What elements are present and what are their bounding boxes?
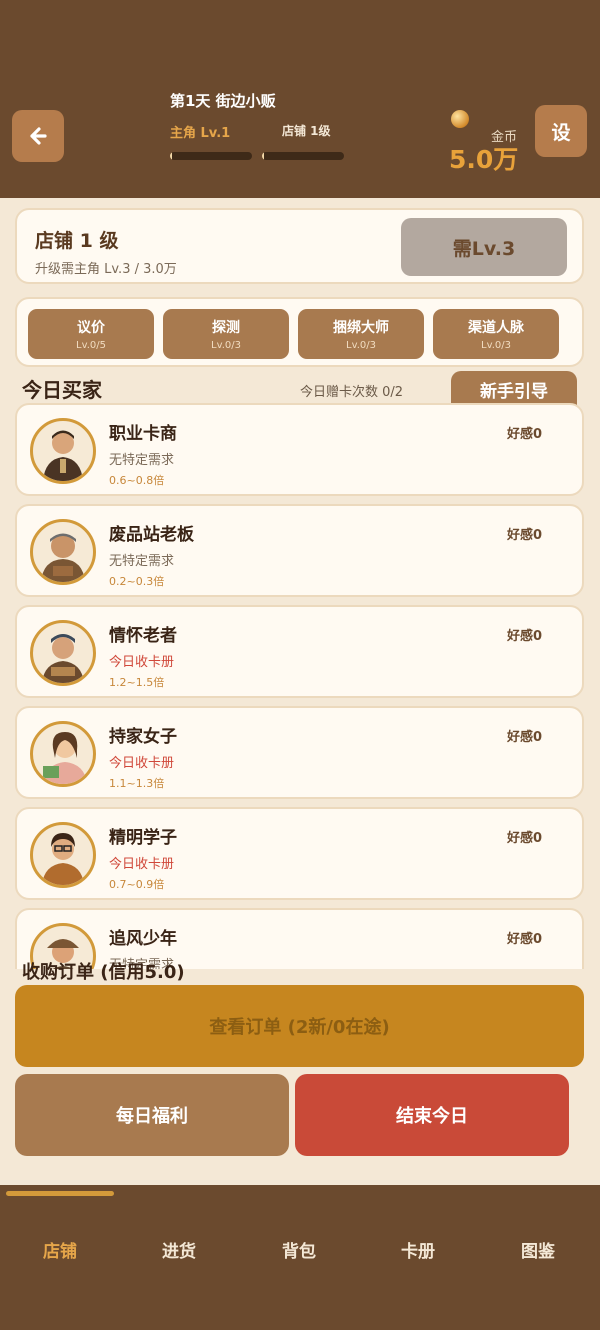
shop-name: 店铺 1 级 bbox=[35, 230, 119, 252]
nav-tab-catalog[interactable]: 图鉴 bbox=[478, 1237, 598, 1262]
nav-tab-album[interactable]: 卡册 bbox=[358, 1237, 478, 1262]
buyer-need: 今日收卡册 bbox=[109, 857, 175, 872]
gift-count: 今日赠卡次数 0/2 bbox=[300, 385, 404, 400]
buyer-card[interactable]: 情怀老者 今日收卡册 1.2~1.5倍 好感0 bbox=[15, 605, 584, 698]
buyer-name: 精明学子 bbox=[109, 828, 177, 848]
buyer-need: 无特定需求 bbox=[109, 453, 175, 468]
buyer-multiplier: 1.1~1.3倍 bbox=[109, 777, 165, 790]
buyer-name: 追风少年 bbox=[109, 929, 177, 949]
skill-detect[interactable]: 探测 Lv.0/3 bbox=[163, 309, 289, 359]
buyer-avatar bbox=[30, 620, 96, 686]
buyer-favor: 好感0 bbox=[507, 427, 543, 442]
skill-name: 捆绑大师 bbox=[333, 320, 389, 336]
nav-active-indicator bbox=[6, 1191, 114, 1196]
buyer-card[interactable]: 精明学子 今日收卡册 0.7~0.9倍 好感0 bbox=[15, 807, 584, 900]
day-title: 第1天 街边小贩 bbox=[170, 92, 276, 110]
buyer-need: 今日收卡册 bbox=[109, 756, 175, 771]
skill-channel-network[interactable]: 渠道人脉 Lv.0/3 bbox=[433, 309, 559, 359]
orders-title: 收购订单 (信用5.0) bbox=[22, 962, 185, 983]
shop-upgrade-requirement: 升级需主角 Lv.3 / 3.0万 bbox=[35, 262, 177, 277]
buyer-favor: 好感0 bbox=[507, 629, 543, 644]
shop-exp-bar bbox=[262, 152, 344, 160]
skills-card: 议价 Lv.0/5 探测 Lv.0/3 捆绑大师 Lv.0/3 渠道人脉 Lv.… bbox=[15, 297, 584, 367]
bottom-nav: 店铺 进货 背包 卡册 图鉴 bbox=[0, 1185, 600, 1330]
nav-tab-shop[interactable]: 店铺 bbox=[0, 1237, 120, 1262]
buyer-card[interactable]: 废品站老板 无特定需求 0.2~0.3倍 好感0 bbox=[15, 504, 584, 597]
settings-button[interactable]: 设 bbox=[535, 105, 587, 157]
buyer-avatar bbox=[30, 721, 96, 787]
coin-value: 5.0万 bbox=[449, 145, 519, 174]
end-day-button[interactable]: 结束今日 bbox=[295, 1074, 569, 1156]
buyers-title: 今日买家 bbox=[22, 378, 102, 402]
shop-card: 店铺 1 级 升级需主角 Lv.3 / 3.0万 需Lv.3 bbox=[15, 208, 584, 284]
skill-level: Lv.0/3 bbox=[481, 340, 511, 351]
buyer-card[interactable]: 职业卡商 无特定需求 0.6~0.8倍 好感0 bbox=[15, 403, 584, 496]
buyer-multiplier: 0.6~0.8倍 bbox=[109, 474, 165, 487]
skill-bargain[interactable]: 议价 Lv.0/5 bbox=[28, 309, 154, 359]
nav-tab-backpack[interactable]: 背包 bbox=[239, 1237, 359, 1262]
skill-bundle-master[interactable]: 捆绑大师 Lv.0/3 bbox=[298, 309, 424, 359]
buyer-avatar bbox=[30, 519, 96, 585]
beginner-guide-button[interactable]: 新手引导 bbox=[451, 371, 577, 407]
hero-exp-fill bbox=[170, 152, 172, 160]
skill-name: 议价 bbox=[77, 320, 105, 336]
buyer-multiplier: 0.7~0.9倍 bbox=[109, 878, 165, 891]
buyer-avatar bbox=[30, 418, 96, 484]
skill-level: Lv.0/3 bbox=[346, 340, 376, 351]
skill-name: 探测 bbox=[212, 320, 240, 336]
view-orders-button[interactable]: 查看订单 (2新/0在途) bbox=[15, 985, 584, 1067]
buyer-name: 废品站老板 bbox=[109, 525, 194, 545]
buyer-name: 职业卡商 bbox=[109, 424, 177, 444]
coin-icon bbox=[451, 110, 469, 128]
buyer-favor: 好感0 bbox=[507, 730, 543, 745]
shop-exp-fill bbox=[262, 152, 264, 160]
top-header: 第1天 街边小贩 主角 Lv.1 店铺 1级 金币 5.0万 设 bbox=[0, 0, 600, 198]
buyer-need: 今日收卡册 bbox=[109, 655, 175, 670]
buyer-name: 持家女子 bbox=[109, 727, 177, 747]
buyer-multiplier: 1.2~1.5倍 bbox=[109, 676, 165, 689]
buyer-favor: 好感0 bbox=[507, 932, 543, 947]
buyer-avatar bbox=[30, 822, 96, 888]
shop-level: 店铺 1级 bbox=[282, 124, 331, 138]
buyer-favor: 好感0 bbox=[507, 831, 543, 846]
nav-tab-restock[interactable]: 进货 bbox=[119, 1237, 239, 1262]
buyer-list[interactable]: 职业卡商 无特定需求 0.6~0.8倍 好感0 废品站老板 无特定需求 0.2~… bbox=[15, 403, 585, 969]
arrow-left-icon bbox=[30, 127, 47, 145]
hero-exp-bar bbox=[170, 152, 252, 160]
buyer-need: 无特定需求 bbox=[109, 554, 175, 569]
buyer-multiplier: 0.2~0.3倍 bbox=[109, 575, 165, 588]
skill-level: Lv.0/3 bbox=[211, 340, 241, 351]
skill-name: 渠道人脉 bbox=[468, 320, 524, 336]
upgrade-button[interactable]: 需Lv.3 bbox=[401, 218, 567, 276]
daily-rewards-button[interactable]: 每日福利 bbox=[15, 1074, 289, 1156]
hero-level: 主角 Lv.1 bbox=[170, 126, 231, 141]
back-button[interactable] bbox=[12, 110, 64, 162]
skill-level: Lv.0/5 bbox=[76, 340, 106, 351]
buyer-name: 情怀老者 bbox=[109, 626, 177, 646]
buyer-card[interactable]: 持家女子 今日收卡册 1.1~1.3倍 好感0 bbox=[15, 706, 584, 799]
buyer-favor: 好感0 bbox=[507, 528, 543, 543]
